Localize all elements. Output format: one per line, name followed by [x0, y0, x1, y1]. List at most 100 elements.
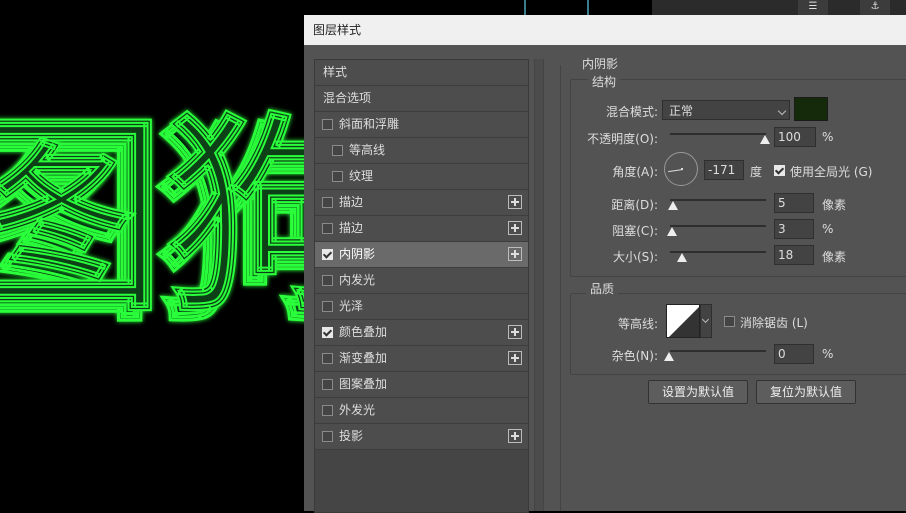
angle-dial-center	[681, 168, 683, 170]
document-canvas[interactable]: 图狗 图狗	[0, 0, 304, 511]
choke-input[interactable]: 3	[774, 219, 814, 239]
style-item[interactable]: 混合选项	[315, 86, 528, 112]
style-item-label: 描边	[339, 221, 364, 235]
top-toolbar: ☰ ⚓	[304, 0, 906, 15]
style-item[interactable]: 投影	[315, 424, 528, 450]
style-item[interactable]: 描边	[315, 190, 528, 216]
chevron-down-icon	[777, 106, 787, 116]
choke-unit: %	[822, 222, 834, 236]
angle-unit: 度	[750, 165, 763, 179]
style-item[interactable]: 外发光	[315, 398, 528, 424]
style-item-checkbox[interactable]	[322, 327, 333, 338]
add-instance-icon[interactable]	[508, 429, 522, 443]
style-item-label: 颜色叠加	[339, 325, 388, 339]
contour-dropdown[interactable]	[700, 304, 712, 338]
opacity-unit: %	[822, 130, 834, 144]
blend-mode-select[interactable]: 正常	[662, 100, 790, 120]
style-item-checkbox[interactable]	[332, 171, 343, 182]
add-instance-icon[interactable]	[508, 221, 522, 235]
style-list: 样式 混合选项 斜面和浮雕 等高线 纹理 描边 描边 内阴影 内发光 光泽 颜色叠加 渐变叠加 图案叠加…	[314, 59, 529, 513]
style-item[interactable]: 内阴影	[315, 242, 528, 268]
blend-mode-value: 正常	[669, 104, 694, 118]
choke-slider-track[interactable]	[670, 225, 766, 227]
distance-label: 距离(D):	[611, 198, 658, 212]
style-item-checkbox[interactable]	[322, 353, 333, 364]
style-item[interactable]: 内发光	[315, 268, 528, 294]
size-input[interactable]: 18	[774, 245, 814, 265]
style-item[interactable]: 描边	[315, 216, 528, 242]
style-item-checkbox[interactable]	[322, 223, 333, 234]
style-item-checkbox[interactable]	[322, 301, 333, 312]
noise-slider-thumb[interactable]	[664, 352, 674, 361]
add-instance-icon[interactable]	[508, 195, 522, 209]
style-item-label: 斜面和浮雕	[339, 117, 400, 131]
add-instance-icon[interactable]	[508, 351, 522, 365]
style-item-checkbox[interactable]	[322, 379, 333, 390]
style-item[interactable]: 纹理	[315, 164, 528, 190]
style-item-label: 外发光	[339, 403, 376, 417]
distance-input[interactable]: 5	[774, 193, 814, 213]
noise-slider-track[interactable]	[670, 350, 766, 352]
noise-input[interactable]: 0	[774, 344, 814, 364]
style-item-checkbox[interactable]	[322, 119, 333, 130]
inner-shadow-panel: 内阴影 结构 混合模式: 正常 不透明度(O): 100 % 角度(A): -1…	[554, 45, 906, 511]
guide-line	[524, 0, 526, 15]
panel-border	[560, 65, 561, 511]
distance-slider-thumb[interactable]	[668, 201, 678, 210]
distance-unit: 像素	[822, 198, 847, 212]
anti-alias-checkbox[interactable]	[724, 316, 735, 327]
size-slider-thumb[interactable]	[677, 253, 687, 262]
anchor-icon[interactable]: ⚓	[860, 0, 890, 15]
section-title-inner-shadow: 内阴影	[582, 57, 619, 71]
style-item-label: 纹理	[349, 169, 374, 183]
global-light-checkbox[interactable]	[774, 165, 785, 176]
opacity-label: 不透明度(O):	[587, 132, 658, 146]
contour-preview[interactable]	[666, 304, 700, 338]
style-item-label: 图案叠加	[339, 377, 388, 391]
angle-dial[interactable]	[664, 152, 698, 186]
size-label: 大小(S):	[612, 250, 658, 264]
make-default-button[interactable]: 设置为默认值	[648, 380, 748, 404]
size-unit: 像素	[822, 250, 847, 264]
style-item-checkbox[interactable]	[322, 275, 333, 286]
style-item[interactable]: 斜面和浮雕	[315, 112, 528, 138]
add-instance-icon[interactable]	[508, 325, 522, 339]
add-instance-icon[interactable]	[508, 247, 522, 261]
blend-mode-label: 混合模式:	[605, 105, 658, 119]
reset-default-button[interactable]: 复位为默认值	[756, 380, 856, 404]
style-item[interactable]: 图案叠加	[315, 372, 528, 398]
distance-slider-track[interactable]	[670, 199, 766, 201]
chevron-down-icon	[701, 315, 710, 324]
list-light-icon[interactable]: ☰	[798, 0, 828, 15]
angle-input[interactable]: -171	[704, 160, 744, 180]
panel-divider	[534, 59, 544, 511]
opacity-slider-track[interactable]	[670, 133, 766, 135]
opacity-input[interactable]: 100	[774, 127, 816, 147]
style-item-checkbox[interactable]	[322, 197, 333, 208]
style-item-checkbox[interactable]	[322, 405, 333, 416]
choke-slider-thumb[interactable]	[667, 227, 677, 236]
contour-curve-icon	[669, 307, 699, 337]
choke-label: 阻塞(C):	[612, 224, 658, 238]
shadow-color-swatch[interactable]	[794, 97, 828, 121]
style-item-checkbox[interactable]	[322, 249, 333, 260]
style-item[interactable]: 等高线	[315, 138, 528, 164]
layer-style-dialog: 图层样式 样式 混合选项 斜面和浮雕 等高线 纹理 描边 描边 内阴影 内发光 光泽 颜色叠加 渐变叠…	[304, 15, 906, 513]
structure-title: 结构	[588, 73, 621, 90]
noise-unit: %	[822, 347, 834, 361]
opacity-slider-thumb[interactable]	[760, 135, 770, 144]
noise-label: 杂色(N):	[611, 349, 658, 363]
style-item-checkbox[interactable]	[322, 431, 333, 442]
style-item[interactable]: 光泽	[315, 294, 528, 320]
style-item[interactable]: 样式	[315, 60, 528, 86]
style-item-label: 渐变叠加	[339, 351, 388, 365]
style-item-checkbox[interactable]	[332, 145, 343, 156]
guide-line	[587, 0, 589, 15]
style-item-label: 混合选项	[323, 91, 372, 105]
style-item-label: 描边	[339, 195, 364, 209]
contour-label: 等高线:	[617, 317, 658, 331]
style-item[interactable]: 渐变叠加	[315, 346, 528, 372]
style-item-label: 投影	[339, 429, 364, 443]
style-item[interactable]: 颜色叠加	[315, 320, 528, 346]
style-item-label: 内发光	[339, 273, 376, 287]
